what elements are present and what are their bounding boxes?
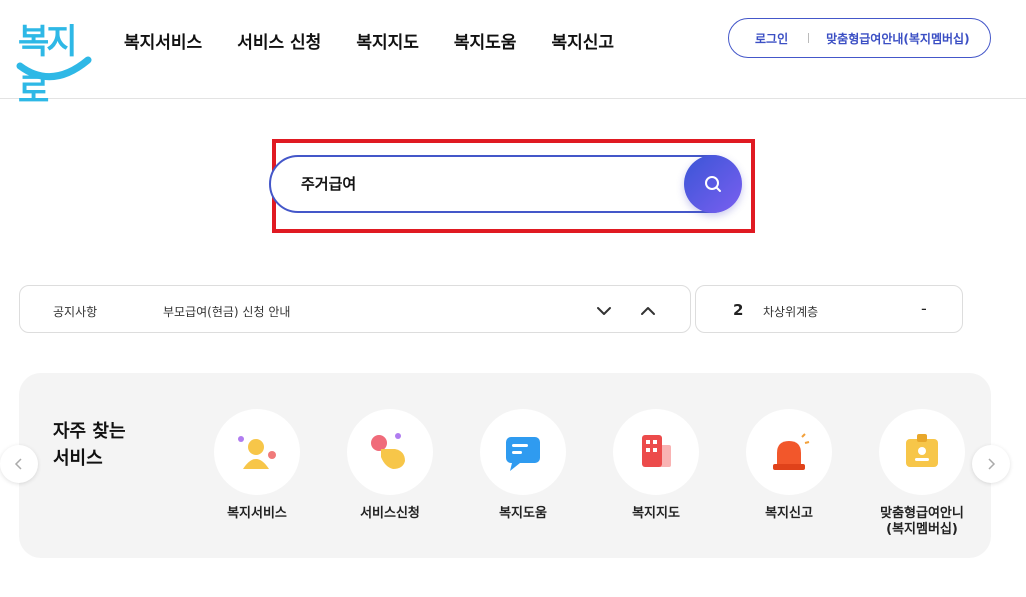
quick-service-panel: 자주 찾는 서비스 복지서비스 서비스신청 복지도움 복지지도 복지신고 맞춤형… [19,373,991,558]
notice-label: 공지사항 [53,305,98,319]
quick-item-label: 복지신고 [765,506,813,521]
nav-item-welfare-map[interactable]: 복지지도 [356,28,419,53]
building-icon [642,435,671,467]
person-icon [238,436,276,469]
rank-change: - [921,299,927,318]
quick-item-label: 복지서비스 [227,506,287,521]
main-nav: 복지서비스 서비스 신청 복지지도 복지도움 복지신고 [124,28,649,53]
quick-item-label: 맞춤형급여안니 (복지멤버십) [880,506,964,537]
header: 복지로 복지서비스 서비스 신청 복지지도 복지도움 복지신고 로그인 맞춤형급… [0,0,1026,111]
rank-keyword: 차상위계층 [763,305,819,319]
quick-item-circle [613,409,699,495]
quick-item-label: 복지도움 [499,506,547,521]
carousel-next-button[interactable] [972,445,1010,483]
quick-item-circle [480,409,566,495]
chevron-down-icon[interactable] [594,301,614,321]
quick-item-circle [347,409,433,495]
quick-title: 자주 찾는 서비스 [53,421,126,469]
quick-item-welfare-help[interactable]: 복지도움 [463,409,583,522]
membership-link[interactable]: 맞춤형급여안내(복지멤버십) [826,30,969,47]
notice-text[interactable]: 부모급여(현금) 신청 안내 [163,303,290,320]
logo[interactable]: 복지로 [16,14,92,111]
nav-item-welfare-help[interactable]: 복지도움 [454,28,517,53]
quick-item-circle [879,409,965,495]
nav-item-welfare-service[interactable]: 복지서비스 [124,28,202,53]
logo-smile-icon [16,56,92,81]
nav-item-service-apply[interactable]: 서비스 신청 [237,28,321,53]
id-badge-icon [906,434,938,467]
chevron-up-icon[interactable] [638,301,658,321]
quick-item-circle [214,409,300,495]
quick-item-label: 서비스신청 [360,506,420,521]
quick-item-label: 복지지도 [632,506,680,521]
quick-item-welfare-map[interactable]: 복지지도 [596,409,716,522]
auth-box: 로그인 맞춤형급여안내(복지멤버십) [728,18,991,58]
auth-divider [808,33,810,43]
quick-item-circle [746,409,832,495]
chevron-right-icon [988,458,996,470]
quick-item-welfare-report[interactable]: 복지신고 [729,409,849,522]
chevron-left-icon [14,458,22,470]
quick-item-service-apply[interactable]: 서비스신청 [330,409,450,522]
popular-keyword-bar[interactable]: 2 차상위계층 - [695,285,963,333]
login-link[interactable]: 로그인 [755,30,788,47]
rank-number: 2 [733,301,744,319]
quick-item-membership[interactable]: 맞춤형급여안니 (복지멤버십) [862,409,982,538]
nav-item-welfare-report[interactable]: 복지신고 [551,28,614,53]
quick-item-welfare-service[interactable]: 복지서비스 [197,409,317,522]
siren-icon [773,433,810,470]
search-icon [705,176,721,192]
search-bar [269,155,741,213]
chat-bubble-icon [506,437,540,471]
notice-bar: 공지사항 부모급여(현금) 신청 안내 [19,285,691,333]
search-button[interactable] [684,155,742,213]
search-input[interactable] [301,174,681,192]
carousel-prev-button[interactable] [0,445,38,483]
hand-tap-icon [371,433,405,469]
